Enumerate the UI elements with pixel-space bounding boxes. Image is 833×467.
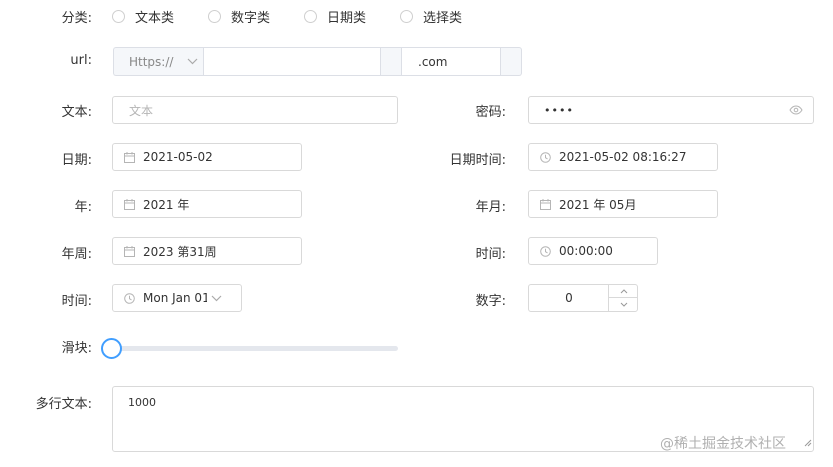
- datetime-picker[interactable]: 2021-05-02 08:16:27: [528, 143, 718, 171]
- url-protocol-value: Https://: [129, 54, 174, 69]
- year-value: 2021 年: [143, 197, 190, 212]
- number-label: 数字:: [475, 294, 506, 309]
- eye-icon[interactable]: [789, 105, 803, 115]
- year-picker[interactable]: 2021 年: [112, 190, 302, 218]
- chevron-down-icon: [620, 302, 627, 307]
- calendar-icon: [124, 245, 135, 257]
- clock-icon: [124, 292, 135, 304]
- text-placeholder: 文本: [129, 103, 154, 118]
- clock-icon: [540, 151, 551, 163]
- chevron-up-icon: [620, 288, 627, 293]
- url-suffix-input[interactable]: .com: [401, 47, 501, 76]
- password-value: ••••: [544, 103, 574, 117]
- yearmonth-value: 2021 年 05月: [559, 197, 637, 212]
- calendar-icon: [540, 198, 551, 210]
- yearmonth-picker[interactable]: 2021 年 05月: [528, 190, 718, 218]
- radio-text-label: 文本类: [135, 11, 175, 26]
- slider-label: 滑块:: [61, 341, 92, 356]
- radio-circle[interactable]: [304, 10, 317, 23]
- password-input[interactable]: ••••: [528, 96, 814, 124]
- resize-handle-icon[interactable]: [804, 437, 812, 450]
- date-label: 日期:: [61, 153, 92, 168]
- yearweek-label: 年周:: [61, 247, 92, 262]
- time-picker[interactable]: 00:00:00: [528, 237, 658, 265]
- chevron-down-icon: [187, 58, 198, 65]
- radio-number[interactable]: 数字类: [208, 7, 270, 26]
- number-value: 0: [565, 291, 573, 305]
- multiline-value: 1000: [128, 396, 156, 409]
- radio-number-label: 数字类: [231, 11, 271, 26]
- clock-icon: [540, 245, 551, 257]
- date-value: 2021-05-02: [143, 150, 213, 164]
- url-input[interactable]: [203, 47, 381, 76]
- radio-date-label: 日期类: [327, 11, 367, 26]
- slider-handle[interactable]: [101, 338, 122, 359]
- radio-circle[interactable]: [208, 10, 221, 23]
- time-select[interactable]: Mon Jan 01 1: [112, 284, 242, 312]
- url-protocol-select[interactable]: Https://: [113, 47, 203, 76]
- datetime-value: 2021-05-02 08:16:27: [559, 150, 687, 164]
- yearweek-value: 2023 第31周: [143, 244, 217, 259]
- calendar-icon: [124, 198, 135, 210]
- time1-label: 时间:: [475, 247, 506, 262]
- date-picker[interactable]: 2021-05-02: [112, 143, 302, 171]
- watermark: @稀土掘金技术社区: [660, 436, 786, 452]
- category-label: 分类:: [61, 11, 92, 26]
- text-input[interactable]: 文本: [112, 96, 398, 124]
- slider-track[interactable]: [112, 346, 398, 351]
- time1-value: 00:00:00: [559, 244, 613, 258]
- text-label: 文本:: [61, 105, 92, 120]
- yearmonth-label: 年月:: [475, 200, 506, 215]
- radio-date[interactable]: 日期类: [304, 7, 366, 26]
- yearweek-picker[interactable]: 2023 第31周: [112, 237, 302, 265]
- time2-value: Mon Jan 01 1: [143, 291, 207, 305]
- year-label: 年:: [74, 200, 92, 215]
- stepper-buttons: [608, 285, 638, 311]
- url-label: url:: [70, 53, 92, 68]
- calendar-icon: [124, 151, 135, 163]
- time2-label: 时间:: [61, 294, 92, 309]
- radio-select-label: 选择类: [423, 11, 463, 26]
- radio-circle[interactable]: [112, 10, 125, 23]
- stepper-up-button[interactable]: [609, 285, 638, 298]
- datetime-label: 日期时间:: [449, 153, 506, 168]
- chevron-down-icon: [211, 295, 222, 302]
- radio-text[interactable]: 文本类: [112, 7, 174, 26]
- radio-select[interactable]: 选择类: [400, 7, 462, 26]
- multiline-label: 多行文本:: [35, 397, 92, 412]
- stepper-down-button[interactable]: [609, 298, 638, 311]
- radio-circle[interactable]: [400, 10, 413, 23]
- password-label: 密码:: [475, 105, 506, 120]
